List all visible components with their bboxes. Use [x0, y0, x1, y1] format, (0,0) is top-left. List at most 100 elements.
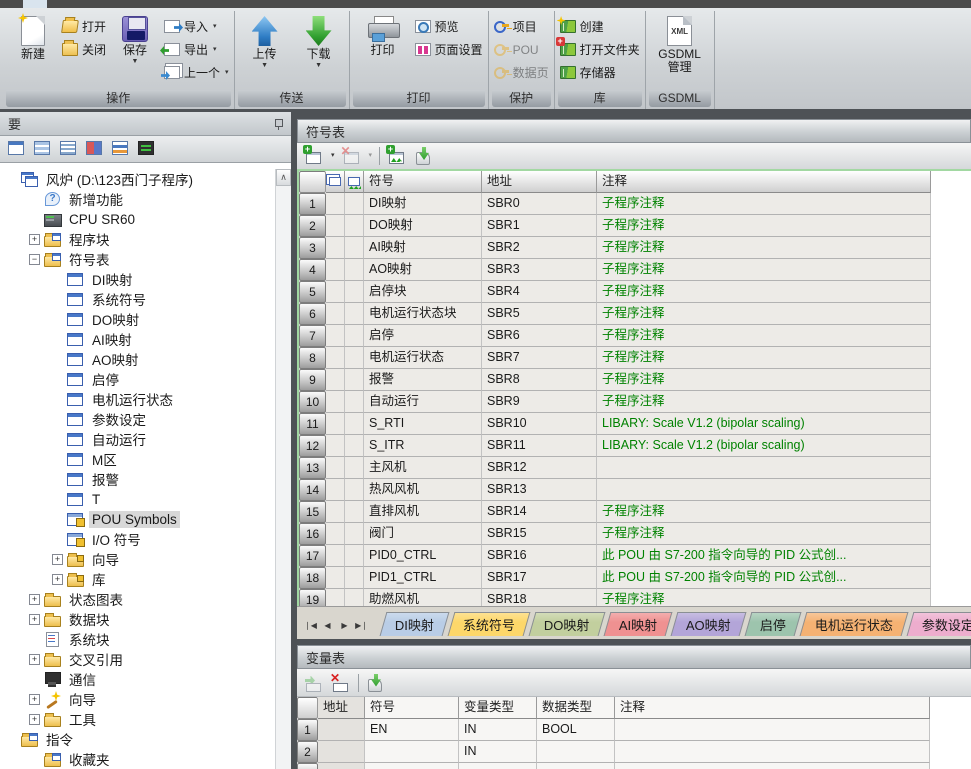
- symbol-table-tab[interactable]: AI映射: [603, 612, 672, 636]
- tree-item[interactable]: +状态图表: [0, 589, 291, 609]
- tree-item[interactable]: +程序块: [0, 229, 291, 249]
- tree-scrollbar[interactable]: ∧: [275, 169, 291, 769]
- apply-changes-icon[interactable]: [414, 147, 434, 165]
- scroll-up-arrow[interactable]: ∧: [276, 169, 291, 186]
- tree-item[interactable]: DO映射: [0, 309, 291, 329]
- address-cell[interactable]: [318, 763, 365, 769]
- comment-cell[interactable]: 子程序注释: [597, 501, 931, 523]
- comment-cell[interactable]: 子程序注释: [597, 303, 931, 325]
- row-number[interactable]: 3: [299, 237, 326, 259]
- symbol-flag-cell[interactable]: [326, 545, 345, 567]
- symbol-flag-cell[interactable]: [345, 259, 364, 281]
- save-dropdown-arrow[interactable]: ▼: [132, 59, 139, 65]
- tree-item[interactable]: 通信: [0, 669, 291, 689]
- address-cell[interactable]: [318, 719, 365, 741]
- symbol-flag-cell[interactable]: [345, 237, 364, 259]
- expand-plus-icon[interactable]: +: [52, 554, 63, 565]
- tree-item[interactable]: +向导: [0, 549, 291, 569]
- symbol-flag-cell[interactable]: [326, 391, 345, 413]
- symbol-cell[interactable]: DI映射: [364, 193, 482, 215]
- symbol-flag-cell[interactable]: [345, 391, 364, 413]
- address-cell[interactable]: SBR9: [482, 391, 597, 413]
- comment-cell[interactable]: 子程序注释: [597, 215, 931, 237]
- comment-cell[interactable]: 子程序注释: [597, 391, 931, 413]
- row-number[interactable]: 5: [299, 281, 326, 303]
- symbol-table-shortcut-icon[interactable]: [32, 140, 52, 158]
- library-memory-button[interactable]: 存储器: [560, 63, 640, 82]
- address-cell[interactable]: [318, 741, 365, 763]
- expand-plus-icon[interactable]: +: [29, 694, 40, 705]
- row-number[interactable]: 12: [299, 435, 326, 457]
- previous-button[interactable]: 上一个▾: [164, 63, 229, 82]
- tab-previous-button[interactable]: ◀: [320, 617, 335, 634]
- tree-item[interactable]: +交叉引用: [0, 649, 291, 669]
- expand-plus-icon[interactable]: +: [29, 594, 40, 605]
- row-number[interactable]: 18: [299, 567, 326, 589]
- address-cell[interactable]: SBR5: [482, 303, 597, 325]
- symbol-table-tab[interactable]: DI映射: [380, 612, 450, 636]
- address-cell[interactable]: SBR17: [482, 567, 597, 589]
- import-dropdown-arrow[interactable]: ▾: [213, 24, 217, 30]
- tree-item[interactable]: +库: [0, 569, 291, 589]
- gsdml-manage-button[interactable]: XML GSDML管理: [651, 13, 709, 74]
- data-type-cell[interactable]: [537, 741, 615, 763]
- symbol-cell[interactable]: EN: [365, 719, 459, 741]
- symbol-flag-cell[interactable]: [345, 567, 364, 589]
- symbol-flag-cell[interactable]: [326, 435, 345, 457]
- comment-cell[interactable]: LIBARY: Scale V1.2 (bipolar scaling): [597, 413, 931, 435]
- row-number[interactable]: 11: [299, 413, 326, 435]
- symbol-flag-cell[interactable]: [345, 523, 364, 545]
- var-type-cell[interactable]: IN: [459, 719, 537, 741]
- export-dropdown-arrow[interactable]: ▾: [213, 47, 217, 53]
- symbol-flag-cell[interactable]: [345, 435, 364, 457]
- symbol-cell[interactable]: S_RTI: [364, 413, 482, 435]
- symbol-cell[interactable]: AI映射: [364, 237, 482, 259]
- address-cell[interactable]: SBR8: [482, 369, 597, 391]
- tree-item[interactable]: 收藏夹: [0, 749, 291, 769]
- address-cell[interactable]: SBR1: [482, 215, 597, 237]
- symbol-flag-cell[interactable]: [345, 369, 364, 391]
- symbol-flag-cell[interactable]: [345, 479, 364, 501]
- symbol-flag-cell[interactable]: [326, 501, 345, 523]
- comment-cell[interactable]: LIBARY: Scale V1.2 (bipolar scaling): [597, 435, 931, 457]
- tree-item[interactable]: 系统块: [0, 629, 291, 649]
- symbol-flag-cell[interactable]: [345, 413, 364, 435]
- symbol-flag-cell[interactable]: [326, 281, 345, 303]
- tree-item[interactable]: 新增功能: [0, 189, 291, 209]
- address-cell[interactable]: SBR6: [482, 325, 597, 347]
- upload-dropdown-arrow[interactable]: ▼: [261, 63, 268, 69]
- row-number[interactable]: 1: [297, 719, 318, 741]
- data-type-cell[interactable]: [537, 763, 615, 769]
- row-number[interactable]: 2: [297, 741, 318, 763]
- address-cell[interactable]: SBR18: [482, 589, 597, 606]
- tree-item[interactable]: 启停: [0, 369, 291, 389]
- symbol-flag-cell[interactable]: [326, 589, 345, 606]
- address-cell[interactable]: SBR14: [482, 501, 597, 523]
- address-cell[interactable]: SBR7: [482, 347, 597, 369]
- symbol-cell[interactable]: 直排风机: [364, 501, 482, 523]
- symbol-cell[interactable]: 助燃风机: [364, 589, 482, 606]
- communications-shortcut-icon[interactable]: [136, 140, 156, 158]
- address-cell[interactable]: SBR0: [482, 193, 597, 215]
- apply-variable-changes-icon[interactable]: [366, 674, 386, 692]
- tab-first-button[interactable]: ❘◀: [303, 617, 318, 634]
- symbol-cell[interactable]: 热风风机: [364, 479, 482, 501]
- comment-cell[interactable]: [615, 741, 930, 763]
- insert-row-icon[interactable]: [304, 674, 324, 692]
- row-number[interactable]: 17: [299, 545, 326, 567]
- collapse-minus-icon[interactable]: −: [29, 254, 40, 265]
- tab-last-button[interactable]: ▶❘: [354, 617, 369, 634]
- tree-item[interactable]: 参数设定: [0, 409, 291, 429]
- symbol-table-tab[interactable]: 电机运行状态: [799, 612, 908, 636]
- download-button[interactable]: 下载 ▼: [294, 13, 344, 69]
- tree-item[interactable]: CPU SR60: [0, 209, 291, 229]
- symbol-flag-cell[interactable]: [326, 523, 345, 545]
- expand-plus-icon[interactable]: +: [29, 614, 40, 625]
- expand-plus-icon[interactable]: +: [29, 654, 40, 665]
- comment-cell[interactable]: [597, 457, 931, 479]
- symbol-flag-cell[interactable]: [326, 237, 345, 259]
- symbol-table-tab[interactable]: AO映射: [670, 612, 746, 636]
- comment-cell[interactable]: 子程序注释: [597, 523, 931, 545]
- symbol-flag-cell[interactable]: [326, 457, 345, 479]
- new-button[interactable]: 新建: [8, 13, 58, 61]
